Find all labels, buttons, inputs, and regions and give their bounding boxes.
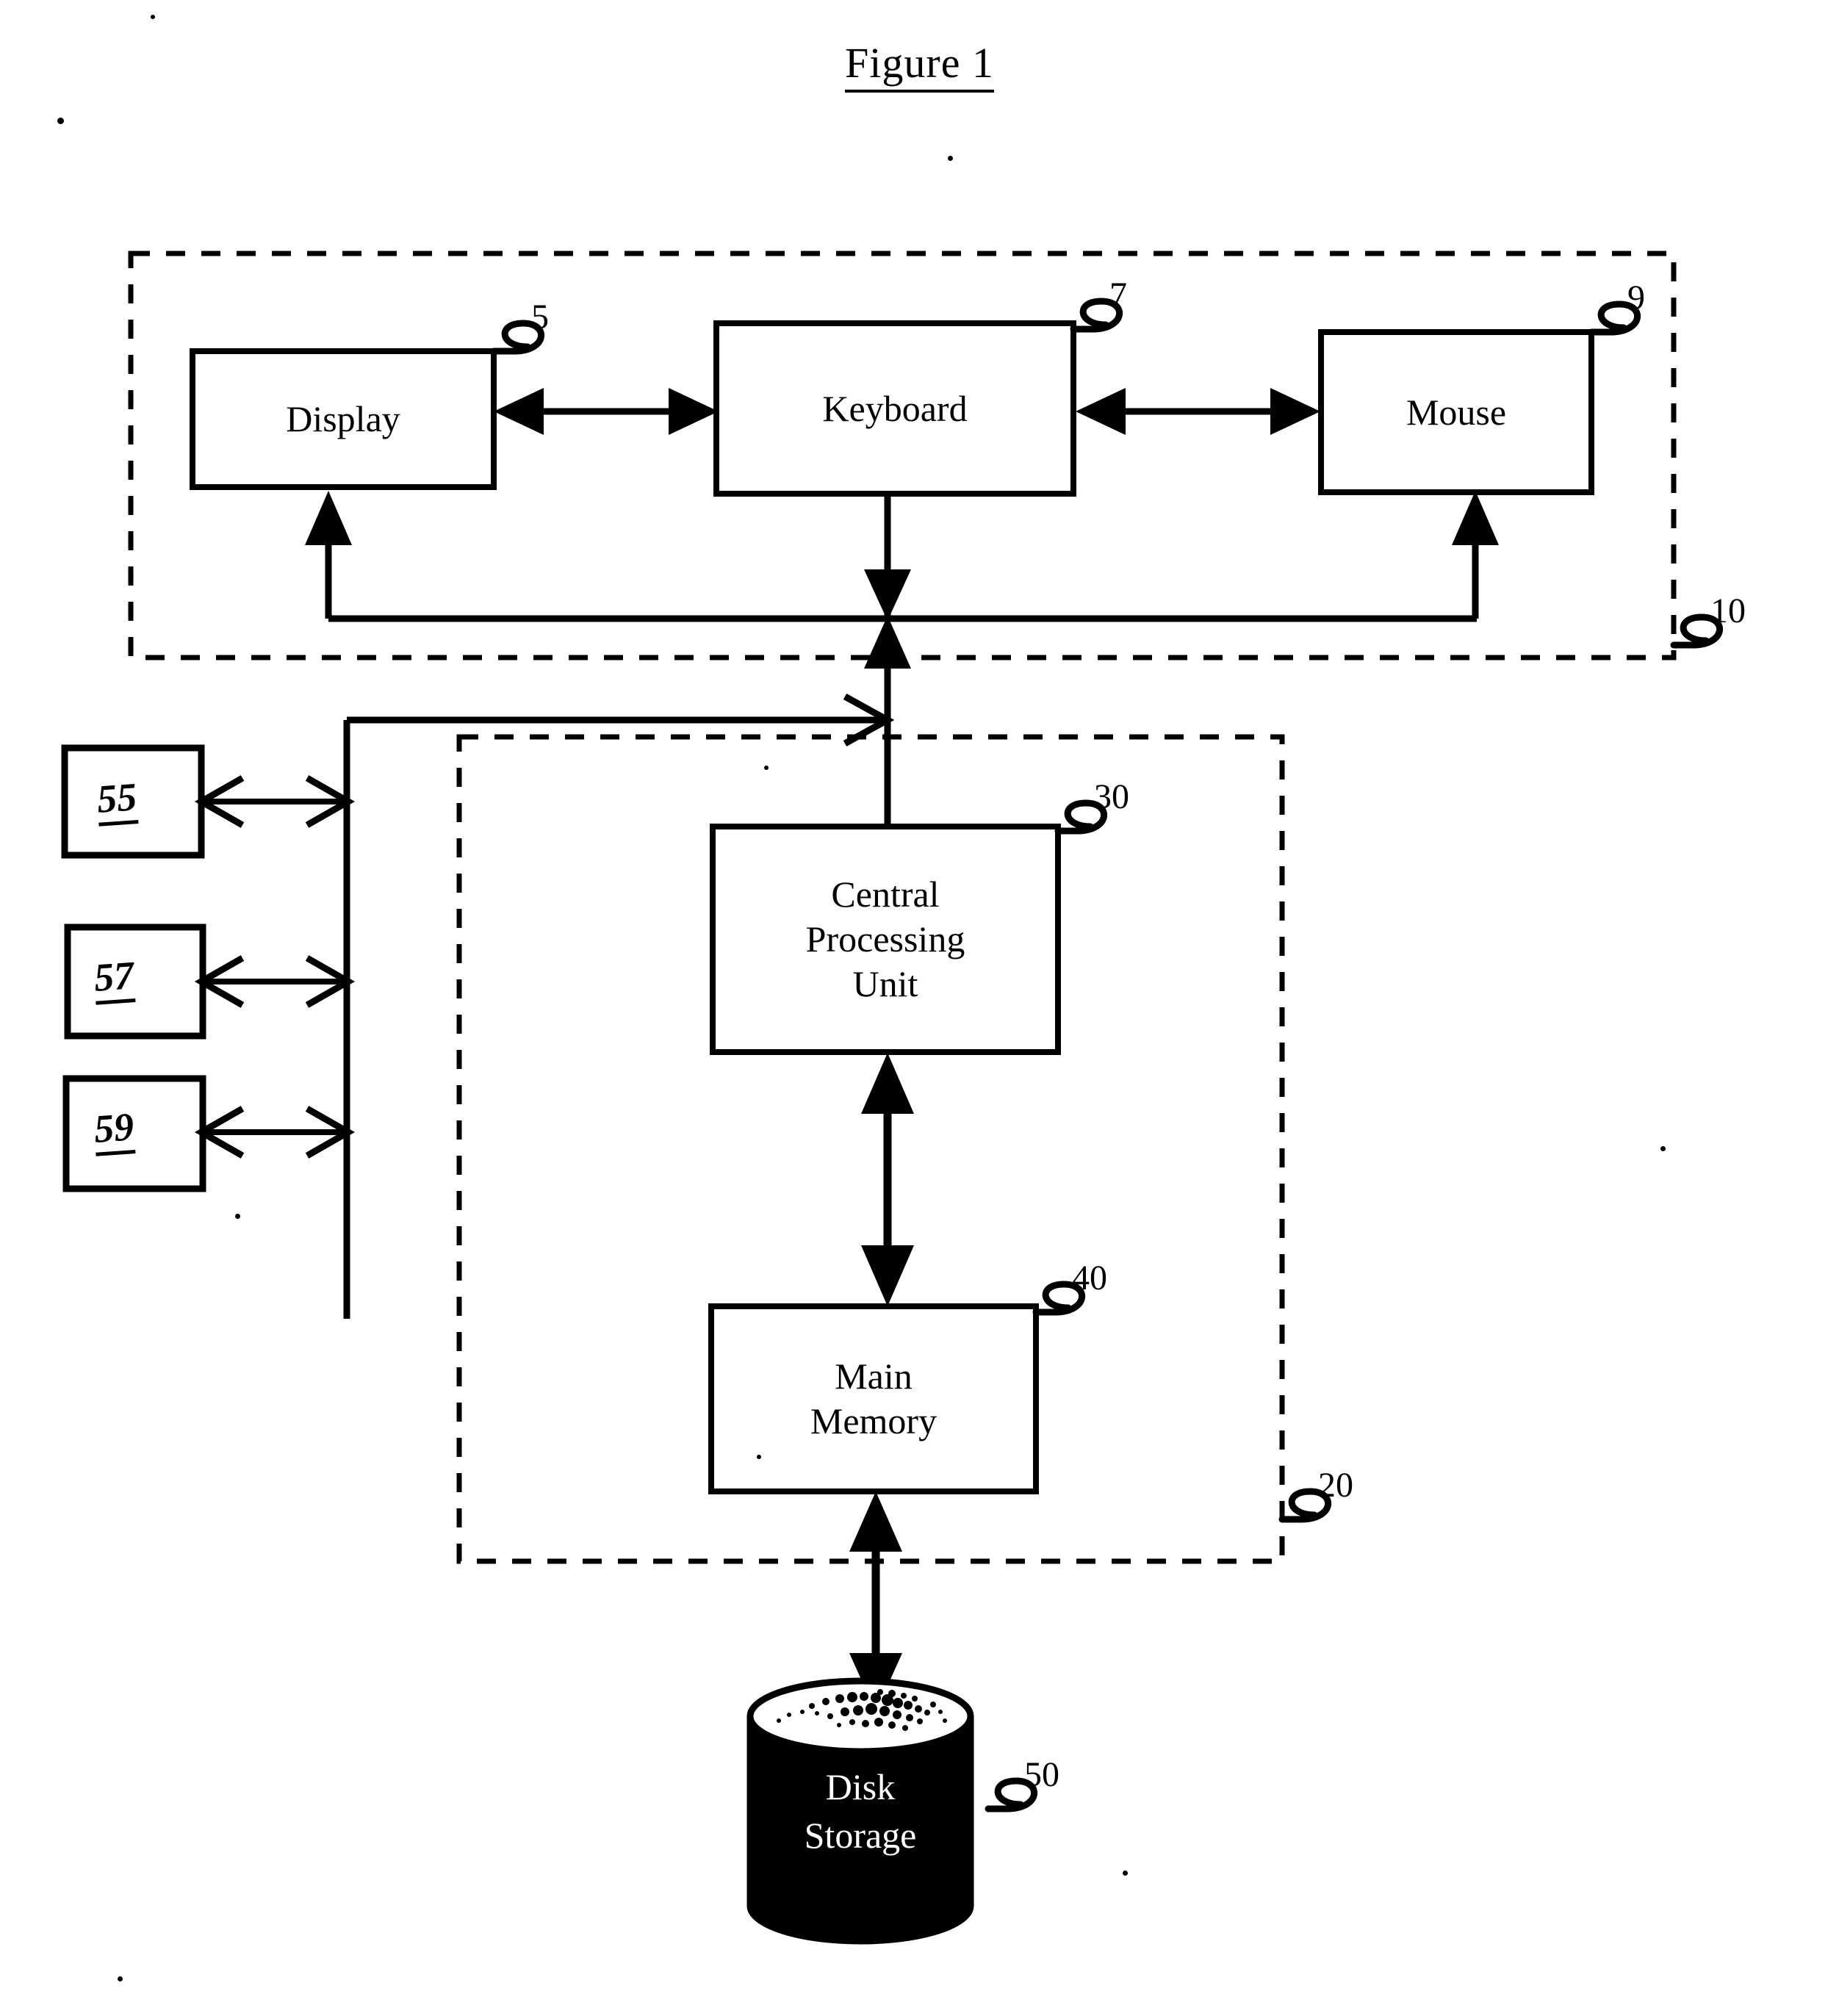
keyboard-box-label: Keyboard (716, 323, 1073, 494)
scan-artifact-dot (948, 156, 953, 161)
disk-storage-label: Disk Storage (750, 1763, 971, 1896)
keyboard-label-text: Keyboard (822, 387, 968, 429)
figure-title-text: Figure 1 (845, 39, 994, 93)
refnum-9: 9 (1627, 278, 1645, 317)
peripheral-box-57 (64, 924, 206, 1040)
refnum-50: 50 (1024, 1755, 1059, 1794)
disk-top-speckles (777, 1689, 947, 1731)
display-box-label: Display (192, 351, 494, 487)
memory-label-line-1: Main (835, 1356, 913, 1397)
arrow-peripheral-55 (194, 775, 356, 828)
scan-artifact-dot (151, 15, 155, 19)
peripheral-label-59: 59 (92, 1104, 136, 1156)
peripheral-label-59-text: 59 (92, 1104, 136, 1156)
refnum-20: 20 (1318, 1466, 1353, 1505)
io-internal-bus (305, 491, 1499, 622)
cpu-box-label: Central Processing Unit (713, 827, 1058, 1052)
peripheral-label-55: 55 (95, 774, 139, 827)
spine-bus-to-cpu (864, 616, 911, 827)
peripheral-label-57: 57 (92, 952, 136, 1005)
peripheral-label-57-text: 57 (92, 953, 136, 1005)
scan-artifact-dot (764, 766, 769, 770)
refnum-7: 7 (1109, 276, 1127, 314)
memory-label-line-2: Memory (810, 1400, 938, 1441)
disk-label-line-2: Storage (804, 1815, 917, 1856)
arrow-display-keyboard (494, 388, 719, 435)
scan-artifact-dot (1123, 1871, 1128, 1876)
arrow-cpu-memory (861, 1053, 914, 1306)
arrow-peripheral-57 (194, 955, 356, 1008)
arrow-peripheral-59 (194, 1106, 356, 1159)
scan-artifact-dot (1660, 1146, 1666, 1151)
cpu-label-line-1: Central (831, 874, 940, 915)
mouse-label-text: Mouse (1406, 391, 1507, 433)
arrow-keyboard-bus (864, 497, 911, 621)
cpu-label-line-3: Unit (852, 963, 918, 1004)
peripheral-label-55-text: 55 (95, 774, 139, 827)
cpu-label-line-2: Processing (805, 918, 965, 960)
disk-label-line-1: Disk (825, 1766, 896, 1807)
arrow-memory-disk (849, 1491, 902, 1712)
refnum-5: 5 (531, 298, 549, 336)
display-label-text: Display (286, 398, 400, 439)
figure-canvas: Figure 1 Display Keyboard Mouse Central … (0, 0, 1839, 2016)
memory-box-label: Main Memory (711, 1306, 1036, 1491)
figure-title: Figure 1 (0, 38, 1839, 93)
refnum-40: 40 (1072, 1259, 1107, 1297)
scan-artifact-dot (757, 1455, 761, 1459)
mouse-box-label: Mouse (1321, 332, 1591, 492)
scan-artifact-dot (118, 1976, 123, 1981)
arrow-keyboard-mouse (1076, 388, 1320, 435)
refnum-10: 10 (1710, 591, 1746, 630)
scan-artifact-dot (57, 118, 64, 124)
refnum-30: 30 (1094, 777, 1129, 816)
peripheral-box-59 (62, 1075, 206, 1192)
scan-artifact-dot (235, 1214, 240, 1219)
